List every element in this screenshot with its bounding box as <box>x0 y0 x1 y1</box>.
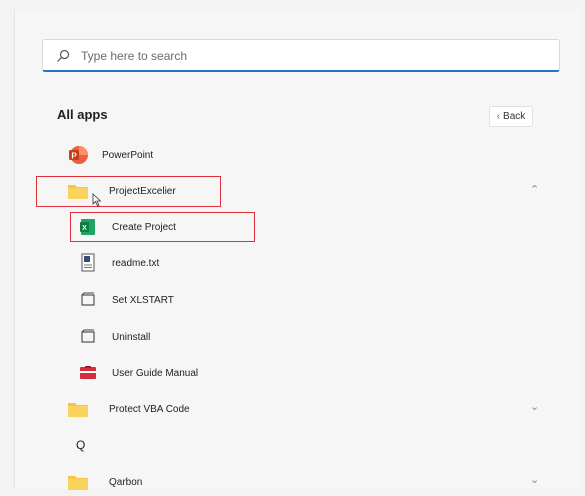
app-item-label: Uninstall <box>112 331 151 343</box>
app-folder-protect-vba[interactable]: Protect VBA Code <box>67 395 190 423</box>
app-item-set-xlstart[interactable]: Set XLSTART <box>77 286 174 314</box>
folder-icon <box>67 398 89 420</box>
app-item-label: Set XLSTART <box>112 294 174 306</box>
chevron-down-icon[interactable]: ⌄ <box>530 400 539 413</box>
chevron-left-icon: ‹ <box>496 111 501 122</box>
text-file-icon <box>77 252 99 274</box>
search-icon <box>57 49 70 62</box>
section-letter[interactable]: Q <box>76 438 85 452</box>
back-button[interactable]: ‹ Back <box>489 106 533 127</box>
highlight-box-create-project <box>70 212 255 242</box>
powerpoint-icon: P <box>67 144 89 166</box>
highlight-box-folder <box>36 176 221 207</box>
shortcut-icon <box>77 289 99 311</box>
svg-text:P: P <box>71 152 77 161</box>
all-apps-heading: All apps <box>57 107 108 122</box>
shortcut-icon <box>77 326 99 348</box>
app-item-label: PowerPoint <box>102 149 154 161</box>
app-item-label: Protect VBA Code <box>109 403 190 415</box>
search-box[interactable] <box>42 39 560 72</box>
app-item-uninstall[interactable]: Uninstall <box>77 323 150 351</box>
folder-icon <box>67 471 89 493</box>
chevron-down-icon[interactable]: ⌄ <box>530 473 539 486</box>
mouse-cursor-icon <box>92 193 102 207</box>
app-item-label: readme.txt <box>112 257 160 269</box>
pdf-icon <box>77 362 99 384</box>
app-item-powerpoint[interactable]: P PowerPoint <box>67 141 153 169</box>
search-input[interactable] <box>79 45 543 67</box>
app-item-label: Qarbon <box>109 476 143 488</box>
chevron-up-icon[interactable]: ⌃ <box>530 183 539 196</box>
back-button-label: Back <box>503 111 526 122</box>
app-item-label: User Guide Manual <box>112 367 199 379</box>
app-item-user-guide[interactable]: User Guide Manual <box>77 359 198 387</box>
app-folder-qarbon[interactable]: Qarbon <box>67 468 142 496</box>
app-item-readme[interactable]: readme.txt <box>77 249 159 277</box>
